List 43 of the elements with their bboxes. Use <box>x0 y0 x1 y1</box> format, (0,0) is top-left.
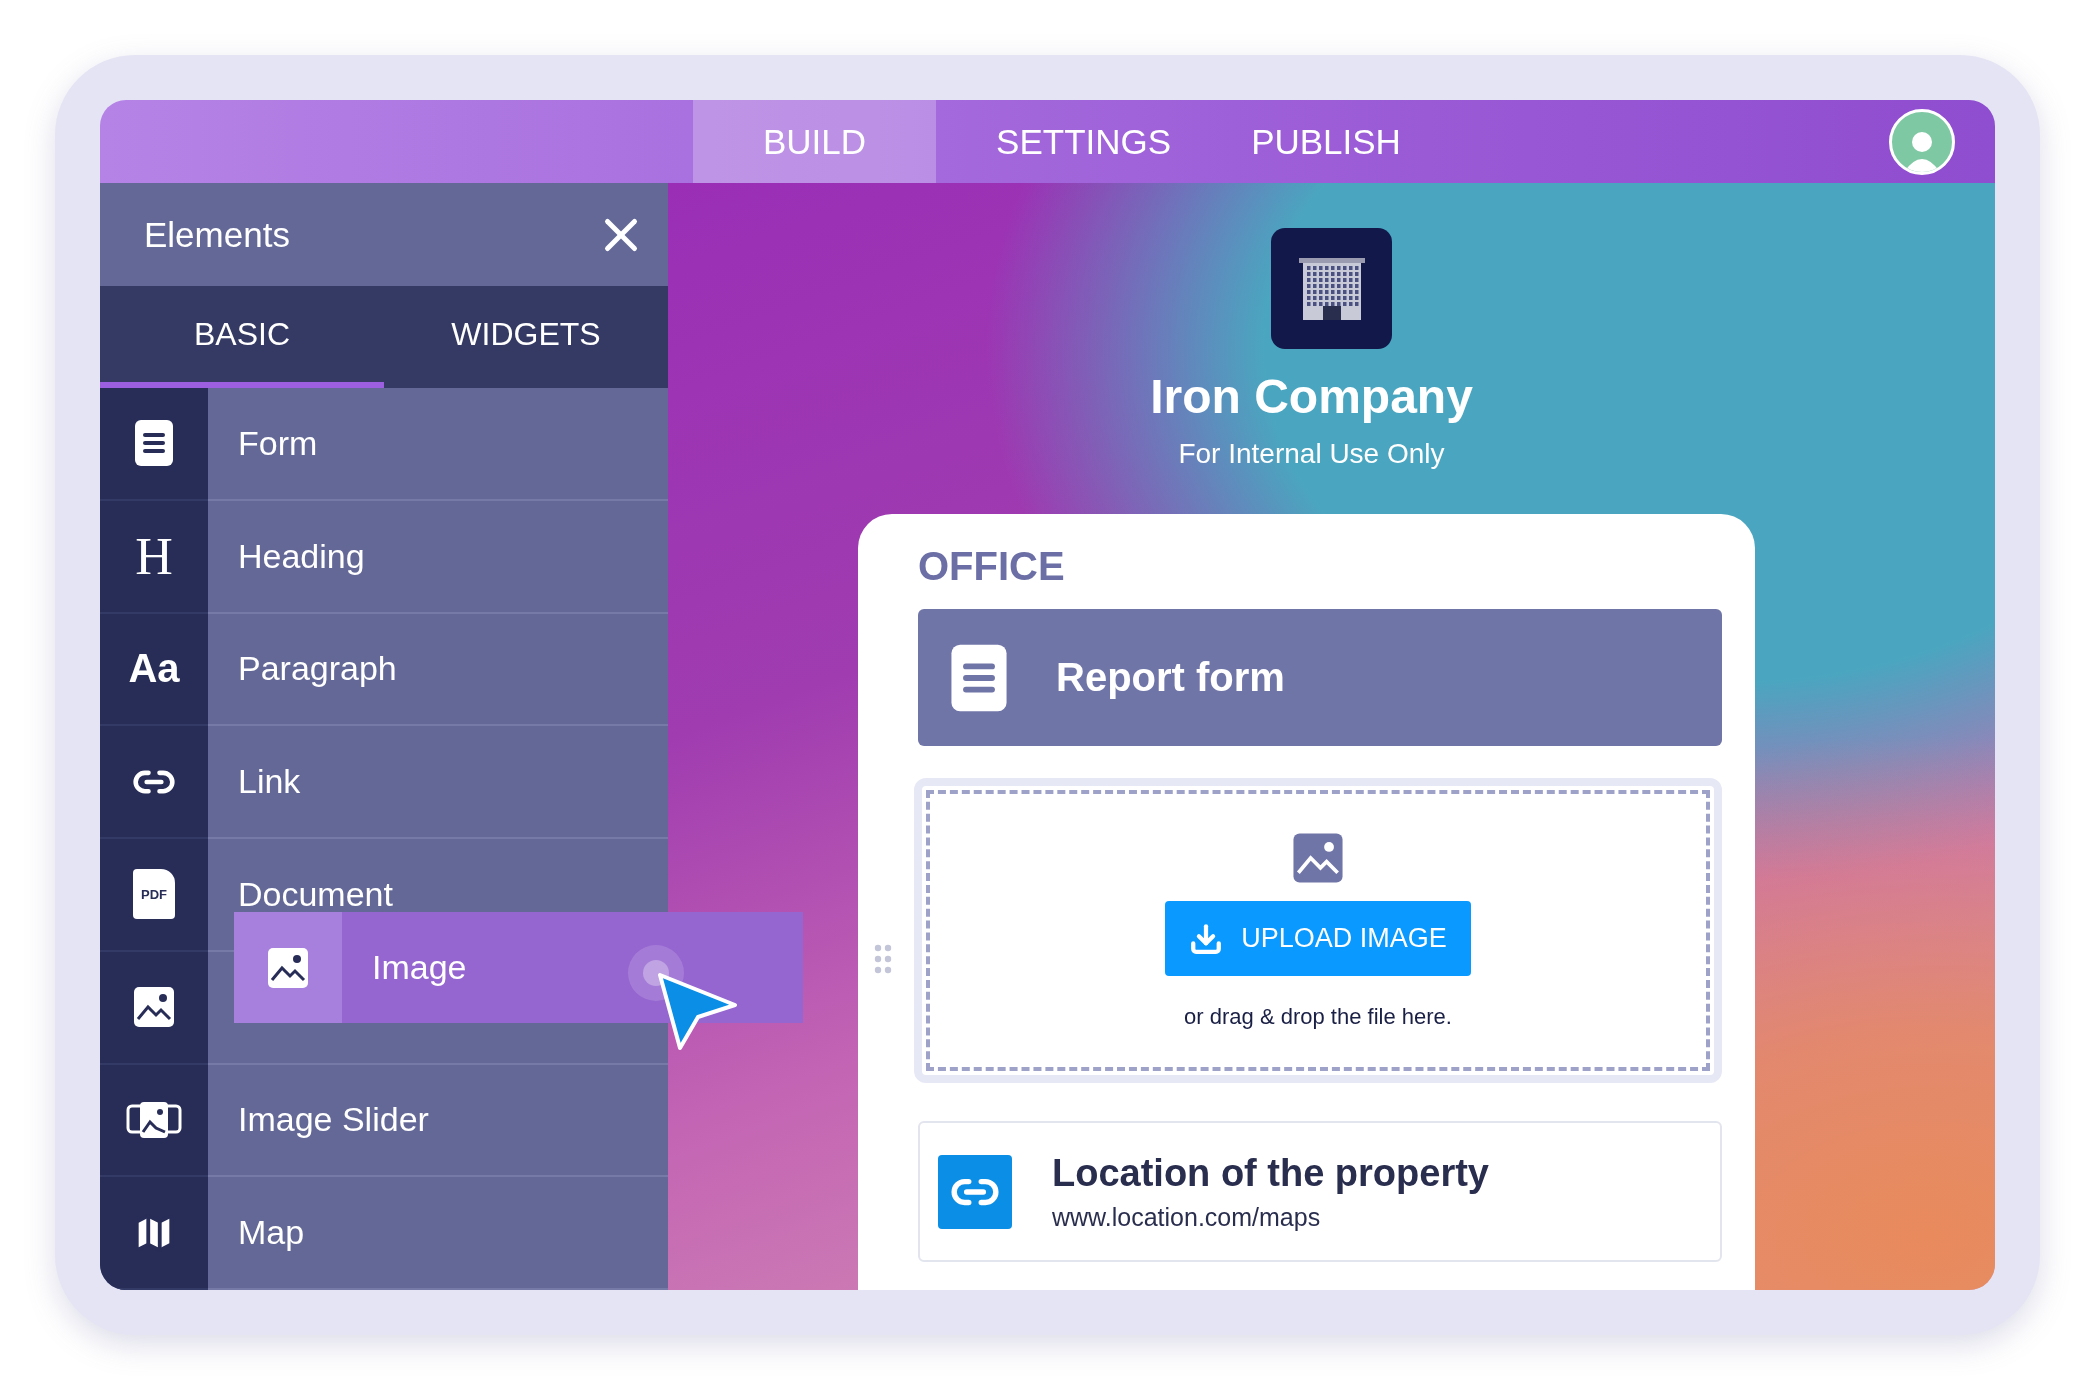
glyph-icon: Aa <box>128 646 180 692</box>
building-icon <box>1296 255 1367 322</box>
panel-tab[interactable]: WIDGETS <box>384 286 668 388</box>
image-icon <box>1291 831 1345 885</box>
element-item[interactable]: Map <box>238 1213 305 1253</box>
element-icon-tile[interactable] <box>100 951 208 1065</box>
dragged-element-item[interactable]: Image <box>234 912 803 1023</box>
image-icon <box>266 945 310 990</box>
section-heading: OFFICE <box>918 544 1066 589</box>
element-icon-tile[interactable]: H <box>100 500 208 614</box>
link-card[interactable]: Location of the property www.location.com/maps <box>918 1121 1722 1262</box>
link-title: Location of the property <box>1052 1151 1489 1195</box>
form-icon <box>134 419 174 468</box>
pdf-file-icon: PDF <box>133 869 175 920</box>
element-icon-tile[interactable] <box>100 1064 208 1178</box>
element-icon-tile[interactable] <box>100 388 208 501</box>
element-icon-tile[interactable]: PDF <box>100 839 208 952</box>
panel-title: Elements <box>144 214 290 255</box>
element-item[interactable]: Document <box>238 874 393 914</box>
company-title: Iron Company <box>1150 369 1473 424</box>
link-icon <box>938 1154 1012 1229</box>
element-icon-tile[interactable]: Aa <box>100 613 208 727</box>
form-link-bar[interactable]: Report form <box>918 609 1722 746</box>
upload-dropzone[interactable]: UPLOAD IMAGE or drag & drop the file here. <box>914 778 1722 1083</box>
company-subtitle: For Internal Use Only <box>1178 438 1445 470</box>
image-slider-icon <box>126 1099 182 1140</box>
drag-handle-icon[interactable] <box>874 944 892 974</box>
element-item[interactable]: Form <box>238 423 318 463</box>
image-icon <box>132 985 176 1030</box>
element-item[interactable]: Image Slider <box>238 1100 429 1140</box>
top-tab[interactable]: PUBLISH <box>1211 100 1441 183</box>
form-link-label: Report form <box>1056 655 1285 700</box>
glyph-icon: H <box>135 526 173 586</box>
upload-image-button[interactable]: UPLOAD IMAGE <box>1165 901 1471 976</box>
top-tab[interactable]: SETTINGS <box>956 100 1212 183</box>
link-url: www.location.com/maps <box>1052 1202 1322 1232</box>
element-icon-tile[interactable] <box>100 1177 208 1290</box>
element-item[interactable]: Paragraph <box>238 649 397 689</box>
upload-hint: or drag & drop the file here. <box>1184 1004 1452 1030</box>
download-icon <box>1189 921 1224 956</box>
element-item[interactable]: Heading <box>238 536 365 576</box>
element-item[interactable]: Link <box>238 762 301 802</box>
element-icon-tile[interactable] <box>100 726 208 839</box>
